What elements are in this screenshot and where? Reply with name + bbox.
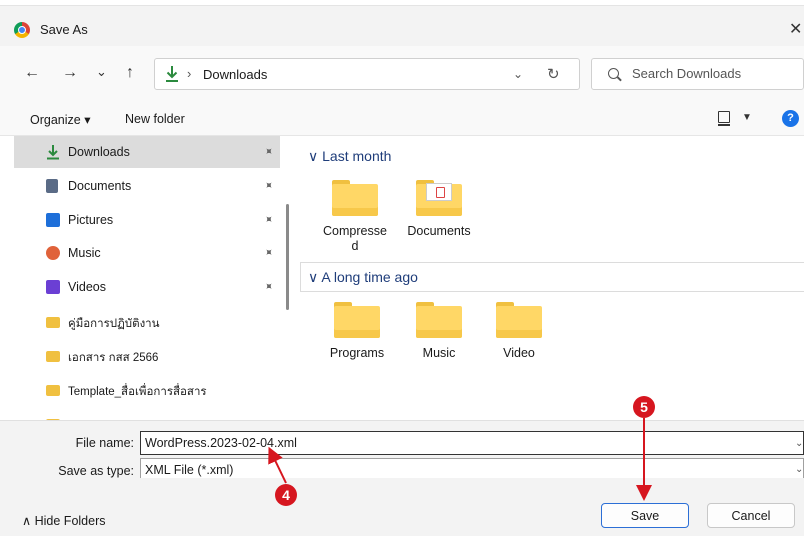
sidebar-item-label: Template_สื่อเพื่อการสื่อสาร	[68, 386, 207, 398]
folder-icon	[46, 317, 60, 328]
folder-icon	[46, 385, 60, 396]
window-title: Save As	[40, 22, 88, 37]
pin-icon: ✦	[260, 245, 276, 261]
search-icon	[608, 68, 619, 79]
folder-label: Music	[422, 346, 456, 360]
address-bar[interactable]: › Downloads ⌄ ↻	[154, 58, 580, 90]
download-icon	[47, 145, 59, 160]
sidebar-item-pictures[interactable]: Pictures ✦	[14, 204, 280, 236]
folder-icon	[496, 302, 542, 338]
music-icon	[46, 246, 60, 260]
sidebar-item-label: Documents	[68, 179, 132, 193]
view-options-icon[interactable]	[718, 111, 730, 126]
sidebar-item-label: Pictures	[68, 213, 114, 227]
step-number-badge: 4	[275, 484, 297, 506]
pictures-icon	[46, 213, 60, 227]
videos-icon	[46, 280, 60, 294]
navigation-pane: Downloads ✦ Documents ✦ Pictures ✦ Music…	[0, 136, 296, 420]
chrome-icon	[14, 22, 30, 38]
group-title: Last month	[322, 148, 392, 164]
title-bar: Save As ✕	[0, 6, 804, 46]
folder-item[interactable]: Compresse d	[320, 180, 390, 254]
pin-icon: ✦	[260, 178, 276, 194]
folder-icon	[46, 351, 60, 362]
sidebar-item-label: Videos	[68, 280, 106, 294]
folder-label: Compresse d	[323, 224, 387, 253]
folder-label: Video	[503, 346, 535, 360]
breadcrumb-downloads[interactable]: Downloads	[203, 67, 267, 82]
folder-icon	[332, 180, 378, 216]
pin-icon: ✦	[260, 212, 276, 228]
save-as-type-label: Save as type:	[58, 464, 134, 478]
folder-icon	[416, 180, 462, 216]
sidebar-item-downloads[interactable]: Downloads ✦	[14, 136, 280, 168]
folder-item[interactable]: Documents	[404, 180, 474, 239]
folder-label: Documents	[407, 224, 471, 238]
pin-icon: ✦	[260, 144, 276, 160]
step-number-badge: 5	[633, 396, 655, 418]
search-input[interactable]	[632, 66, 792, 81]
chevron-down-icon[interactable]: ▼	[742, 112, 752, 123]
search-box[interactable]	[591, 58, 804, 90]
address-dropdown-icon[interactable]: ⌄	[513, 67, 523, 81]
folder-icon	[334, 302, 380, 338]
new-folder-button[interactable]: New folder	[125, 112, 185, 126]
sidebar-item-folder[interactable]: Template_สื่อเพื่อการสื่อสาร	[14, 374, 280, 406]
cancel-button[interactable]: Cancel	[707, 503, 795, 528]
breadcrumb-separator: ›	[187, 66, 192, 81]
file-name-label: File name:	[75, 436, 134, 450]
folder-icon	[416, 302, 462, 338]
file-list: ∨ Last month Compresse d Documents ∨ A l…	[298, 136, 804, 420]
file-name-input[interactable]	[140, 431, 804, 455]
organize-button[interactable]: Organize ▾	[30, 112, 90, 127]
sidebar-item-label: คู่มือการปฏิบัติงาน	[68, 318, 160, 330]
chevron-down-icon: ∨	[308, 269, 319, 285]
close-button[interactable]: ✕	[789, 19, 802, 39]
sidebar-item-label: Music	[68, 246, 101, 260]
pin-icon: ✦	[260, 279, 276, 295]
recent-locations-button[interactable]: ⌄	[96, 64, 107, 80]
hide-folders-button[interactable]: ∧ Hide Folders	[22, 513, 105, 528]
sidebar-item-label: Downloads	[68, 145, 130, 159]
command-bar: Organize ▾ New folder ▼ ?	[0, 102, 804, 136]
folder-label: Programs	[329, 346, 385, 360]
group-header-long-ago[interactable]: ∨ A long time ago	[308, 269, 418, 286]
folder-item[interactable]: Programs	[322, 302, 392, 361]
folder-item[interactable]: Music	[404, 302, 474, 361]
chevron-down-icon[interactable]: ⌄	[795, 438, 803, 449]
documents-icon	[46, 179, 58, 193]
refresh-icon[interactable]: ↻	[547, 65, 560, 83]
sidebar-item-folder[interactable]	[14, 408, 280, 420]
sidebar-item-music[interactable]: Music ✦	[14, 237, 280, 269]
help-icon[interactable]: ?	[782, 110, 799, 127]
sidebar-scrollbar[interactable]	[286, 204, 289, 310]
sidebar-item-label: เอกสาร กสส 2566	[68, 352, 159, 364]
forward-button[interactable]: →	[62, 64, 78, 82]
sidebar-item-folder[interactable]: เอกสาร กสส 2566	[14, 340, 280, 372]
sidebar-item-folder[interactable]: คู่มือการปฏิบัติงาน	[14, 306, 280, 338]
back-button[interactable]: ←	[24, 64, 40, 82]
button-bar: ∧ Hide Folders Save Cancel	[0, 478, 804, 536]
group-title: A long time ago	[321, 269, 418, 285]
chevron-down-icon: ∨	[308, 148, 319, 164]
folder-item[interactable]: Video	[484, 302, 554, 361]
sidebar-item-documents[interactable]: Documents ✦	[14, 170, 280, 202]
sidebar-item-videos[interactable]: Videos ✦	[14, 271, 280, 303]
chevron-down-icon[interactable]: ⌄	[795, 464, 803, 475]
up-button[interactable]: ↑	[126, 64, 134, 82]
download-icon	[166, 66, 178, 82]
group-header-last-month[interactable]: ∨ Last month	[308, 148, 391, 165]
save-button[interactable]: Save	[601, 503, 689, 528]
file-fields: File name: ⌄ Save as type: ⌄	[0, 420, 804, 482]
address-row: ← → ⌄ ↑ › Downloads ⌄ ↻	[0, 46, 804, 102]
